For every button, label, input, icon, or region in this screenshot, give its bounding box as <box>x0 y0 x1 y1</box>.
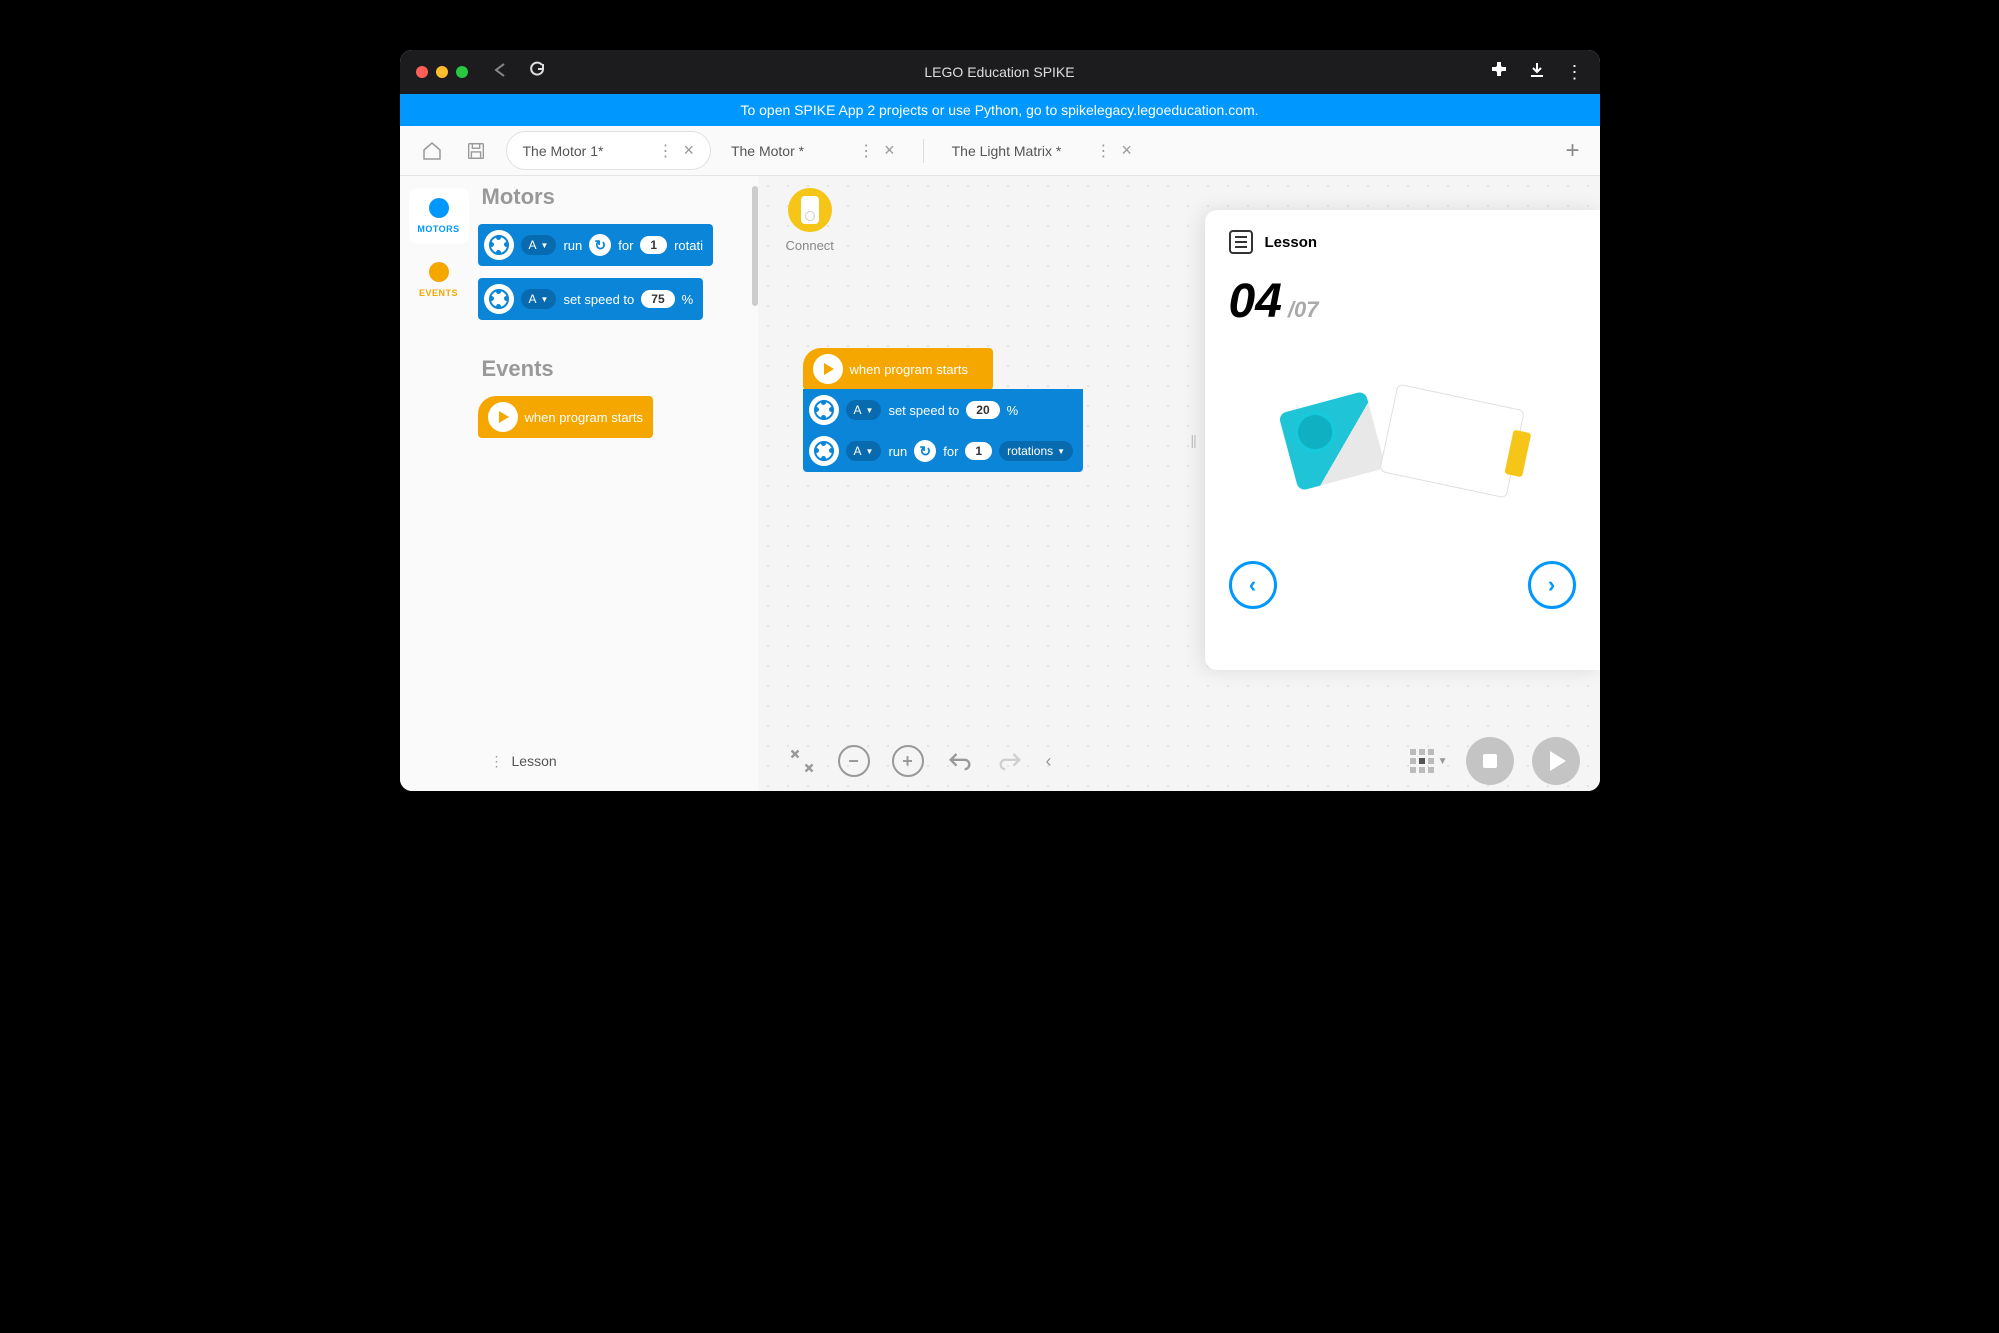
home-button[interactable] <box>410 129 454 173</box>
motors-dot-icon <box>429 198 449 218</box>
hub-illustration <box>1379 383 1525 498</box>
tab-close-icon[interactable]: × <box>884 140 895 161</box>
value-input[interactable]: 20 <box>966 401 999 419</box>
unit-dropdown[interactable]: rotations▼ <box>999 441 1073 461</box>
run-button[interactable] <box>1532 737 1580 785</box>
lesson-icon <box>1229 230 1253 254</box>
fit-to-screen-button[interactable] <box>788 747 816 775</box>
info-banner: To open SPIKE App 2 projects or use Pyth… <box>400 94 1600 126</box>
lesson-image <box>1229 341 1576 541</box>
save-button[interactable] <box>454 129 498 173</box>
back-button[interactable] <box>492 62 508 83</box>
category-label: MOTORS <box>417 224 459 234</box>
lesson-step-indicator: 04 /07 <box>1229 274 1576 329</box>
traffic-lights <box>416 66 468 78</box>
lesson-menu-icon[interactable]: ⋮ <box>490 753 502 770</box>
lesson-footer-label[interactable]: Lesson <box>512 753 557 769</box>
program-stack[interactable]: when program starts A▼ set speed to 20 %… <box>803 348 1084 472</box>
connect-label: Connect <box>786 238 834 253</box>
hub-icon <box>788 188 832 232</box>
app-window: LEGO Education SPIKE ⋮ To open SPIKE App… <box>400 50 1600 791</box>
maximize-window-button[interactable] <box>456 66 468 78</box>
port-dropdown[interactable]: A▼ <box>521 235 557 255</box>
lesson-panel: || Lesson 04 /07 ‹ › <box>1205 210 1600 670</box>
lesson-prev-button[interactable]: ‹ <box>1229 561 1277 609</box>
download-icon[interactable] <box>1528 61 1546 84</box>
main-content: MOTORS EVENTS Motors A▼ run ↻ for 1 rota… <box>400 176 1600 791</box>
canvas[interactable]: Connect when program starts A▼ set speed… <box>758 176 1600 791</box>
stop-icon <box>1483 754 1497 768</box>
block-palette: Motors A▼ run ↻ for 1 rotati A▼ set spee… <box>478 176 758 791</box>
motor-icon <box>484 284 514 314</box>
step-current: 04 <box>1229 274 1282 329</box>
direction-dropdown[interactable]: ↻ <box>589 234 611 256</box>
tab-separator <box>923 139 924 163</box>
tab-label: The Motor 1* <box>523 143 604 159</box>
tab-menu-icon[interactable]: ⋮ <box>657 141 671 161</box>
stop-button[interactable] <box>1466 737 1514 785</box>
motor-icon <box>809 436 839 466</box>
app-title: LEGO Education SPIKE <box>924 64 1074 80</box>
close-window-button[interactable] <box>416 66 428 78</box>
category-motors[interactable]: MOTORS <box>409 188 469 244</box>
block-when-program-starts[interactable]: when program starts <box>478 396 654 438</box>
port-dropdown[interactable]: A▼ <box>846 400 882 420</box>
value-input[interactable]: 1 <box>965 442 992 460</box>
footer: ⋮ Lesson − + ‹ ▼ <box>400 731 1600 791</box>
chevron-down-icon: ▼ <box>1438 756 1448 767</box>
tab-the-motor-1[interactable]: The Motor 1* ⋮ × <box>506 131 711 170</box>
extensions-icon[interactable] <box>1490 61 1508 84</box>
step-total: /07 <box>1288 297 1319 323</box>
tab-menu-icon[interactable]: ⋮ <box>1095 141 1109 161</box>
tab-label: The Motor * <box>731 143 804 159</box>
connect-hub-button[interactable]: Connect <box>786 188 834 253</box>
tab-close-icon[interactable]: × <box>1121 140 1132 161</box>
block-motor-speed[interactable]: A▼ set speed to 75 % <box>478 278 704 320</box>
play-icon <box>488 402 518 432</box>
value-input[interactable]: 1 <box>640 236 667 254</box>
category-sidebar: MOTORS EVENTS <box>400 176 478 791</box>
events-dot-icon <box>429 262 449 282</box>
undo-button[interactable] <box>946 747 974 775</box>
program-block-speed[interactable]: A▼ set speed to 20 % <box>803 389 1084 431</box>
redo-button[interactable] <box>996 747 1024 775</box>
more-icon[interactable]: ⋮ <box>1566 62 1584 83</box>
direction-dropdown[interactable]: ↻ <box>914 440 936 462</box>
motor-icon <box>809 395 839 425</box>
tabbar: The Motor 1* ⋮ × The Motor * ⋮ × The Lig… <box>400 126 1600 176</box>
value-input[interactable]: 75 <box>641 290 674 308</box>
motor-icon <box>484 230 514 260</box>
resize-handle-icon[interactable]: || <box>1191 432 1196 448</box>
minimize-window-button[interactable] <box>436 66 448 78</box>
play-icon <box>1550 751 1566 771</box>
slot-selector[interactable]: ▼ <box>1410 749 1448 773</box>
new-tab-button[interactable]: + <box>1555 137 1589 165</box>
motors-heading: Motors <box>482 184 758 210</box>
slot-grid-icon <box>1410 749 1434 773</box>
collapse-button[interactable]: ‹ <box>1046 751 1052 772</box>
events-heading: Events <box>482 356 758 382</box>
reload-button[interactable] <box>528 61 546 84</box>
category-label: EVENTS <box>419 288 458 298</box>
motor-illustration <box>1278 391 1386 492</box>
titlebar: LEGO Education SPIKE ⋮ <box>400 50 1600 94</box>
program-block-run[interactable]: A▼ run ↻ for 1 rotations▼ <box>803 430 1084 472</box>
tab-the-motor[interactable]: The Motor * ⋮ × <box>715 132 911 169</box>
program-block-start[interactable]: when program starts <box>803 348 993 390</box>
play-icon <box>813 354 843 384</box>
tab-menu-icon[interactable]: ⋮ <box>858 141 872 161</box>
zoom-out-button[interactable]: − <box>838 745 870 777</box>
port-dropdown[interactable]: A▼ <box>521 289 557 309</box>
port-dropdown[interactable]: A▼ <box>846 441 882 461</box>
block-motor-run[interactable]: A▼ run ↻ for 1 rotati <box>478 224 714 266</box>
lesson-title: Lesson <box>1265 234 1318 251</box>
zoom-in-button[interactable]: + <box>892 745 924 777</box>
lesson-next-button[interactable]: › <box>1528 561 1576 609</box>
tab-close-icon[interactable]: × <box>683 140 694 161</box>
category-events[interactable]: EVENTS <box>409 252 469 308</box>
tab-the-light-matrix[interactable]: The Light Matrix * ⋮ × <box>936 132 1148 169</box>
tab-label: The Light Matrix * <box>952 143 1062 159</box>
